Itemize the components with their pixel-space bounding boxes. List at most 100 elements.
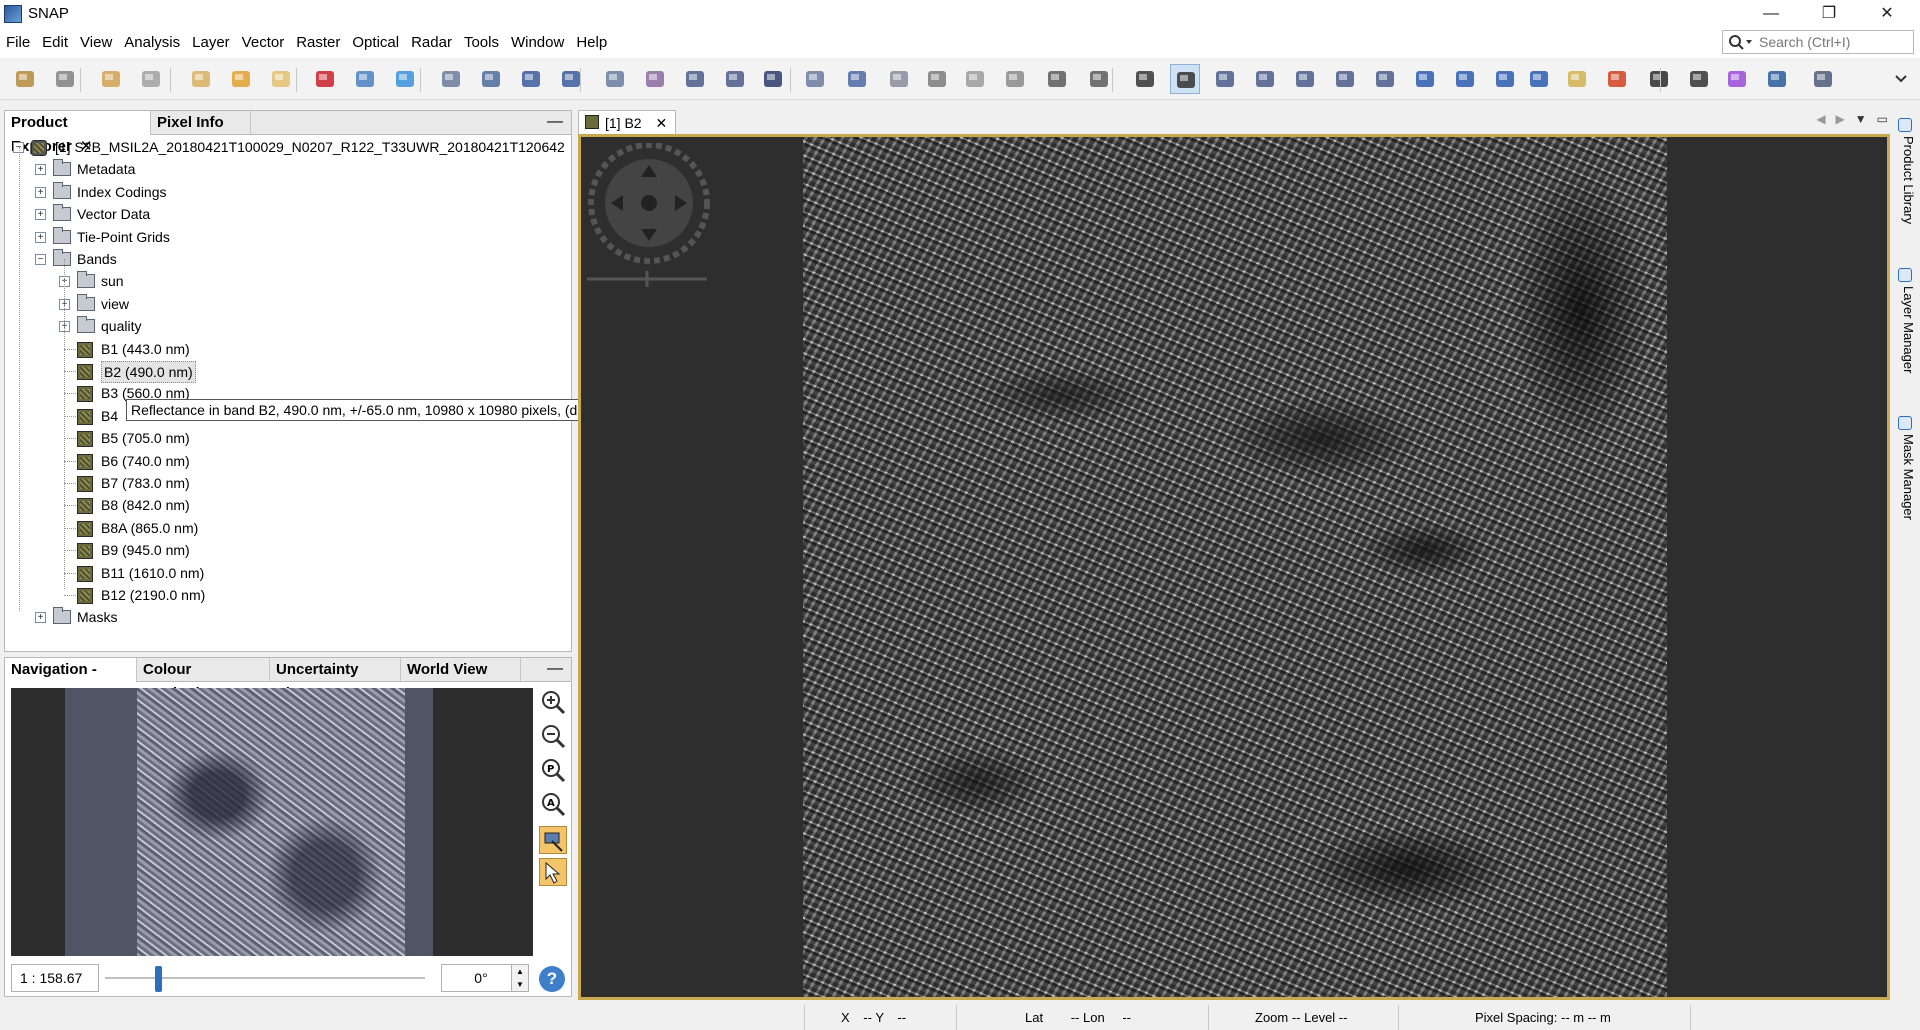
polyline-tool-icon[interactable] (1370, 64, 1400, 94)
menu-view[interactable]: View (74, 28, 118, 58)
side-tab-mask-manager[interactable]: Mask Manager (1896, 434, 1916, 520)
mosaic-icon[interactable] (842, 64, 872, 94)
reprojection-icon[interactable] (800, 64, 830, 94)
tab-image-b2[interactable]: [1] B2 ✕ (578, 110, 677, 134)
world-map-icon[interactable] (1808, 64, 1838, 94)
pin-tool-icon[interactable] (1250, 64, 1280, 94)
band-b5[interactable]: B5 (705.0 nm) (5, 428, 565, 448)
select-tool-icon[interactable] (1130, 64, 1160, 94)
menu-optical[interactable]: Optical (346, 28, 405, 58)
batch-icon[interactable] (1084, 64, 1114, 94)
menu-radar[interactable]: Radar (405, 28, 458, 58)
menu-help[interactable]: Help (570, 28, 613, 58)
save-product-icon[interactable] (50, 64, 80, 94)
export-icon[interactable] (226, 64, 256, 94)
satellite-image[interactable] (803, 137, 1667, 997)
tree-folder-sun[interactable]: + sun (5, 271, 565, 291)
session-icon[interactable] (266, 64, 296, 94)
globe-view-icon[interactable] (1762, 64, 1792, 94)
expand-icon[interactable]: + (35, 231, 46, 243)
side-tab-product-library[interactable]: Product Library (1896, 136, 1916, 224)
resample-icon[interactable] (922, 64, 952, 94)
menu-analysis[interactable]: Analysis (118, 28, 186, 58)
pan-control-icon[interactable] (587, 143, 711, 293)
tree-masks[interactable]: + Masks (5, 607, 565, 627)
band-b9[interactable]: B9 (945.0 nm) (5, 540, 565, 560)
grid-icon[interactable] (884, 64, 914, 94)
scale-field[interactable]: 1 : 158.67 (11, 964, 99, 992)
rotation-field[interactable]: 0° (441, 964, 521, 992)
band-b8a[interactable]: B8A (865.0 nm) (5, 518, 565, 538)
tab-pixel-info[interactable]: Pixel Info (151, 111, 251, 135)
undo-icon[interactable] (96, 64, 126, 94)
toolbar-overflow-icon[interactable] (1886, 64, 1916, 94)
mask-icon[interactable] (640, 64, 670, 94)
polygon-tool-icon[interactable] (1450, 64, 1480, 94)
navigation-overview[interactable] (11, 688, 533, 956)
star-icon[interactable] (1602, 64, 1632, 94)
profile-plot-icon[interactable] (680, 64, 710, 94)
tree-index-codings[interactable]: + Index Codings (5, 181, 565, 202)
expand-icon[interactable]: + (35, 209, 46, 221)
edit-icon[interactable] (476, 64, 506, 94)
band-b2[interactable]: B2 (490.0 nm) (5, 361, 565, 383)
view-nav-arrows[interactable]: ◀ ▶ ▼ ▭ (1816, 112, 1888, 126)
sum-icon[interactable] (758, 64, 788, 94)
menu-layer[interactable]: Layer (186, 28, 236, 58)
colour-icon[interactable] (1722, 64, 1752, 94)
menu-raster[interactable]: Raster (290, 28, 346, 58)
collapse-icon[interactable]: − (35, 254, 46, 265)
vector-draw-icon[interactable] (436, 64, 466, 94)
expand-icon[interactable]: + (35, 186, 46, 198)
help-icon[interactable]: ? (539, 966, 565, 992)
close-button[interactable]: ✕ (1858, 0, 1916, 28)
binary-icon[interactable] (1684, 64, 1714, 94)
zoom-slider-handle[interactable] (155, 966, 162, 992)
sync-cursor-icon[interactable] (539, 858, 567, 886)
expand-icon[interactable]: + (35, 612, 46, 624)
zoom-out-icon[interactable] (539, 722, 567, 750)
tree-vector-data[interactable]: + Vector Data (5, 204, 565, 224)
gcp-tool-icon[interactable] (1290, 64, 1320, 94)
tab-colour-manipulation[interactable]: Colour Manipul... (137, 658, 270, 702)
range-finder-icon[interactable] (1524, 64, 1554, 94)
menu-window[interactable]: Window (505, 28, 570, 58)
menu-edit[interactable]: Edit (36, 28, 74, 58)
pan-tool-icon[interactable] (1170, 64, 1200, 94)
globe-icon[interactable] (600, 64, 630, 94)
side-tab-layer-manager[interactable]: Layer Manager (1896, 286, 1916, 373)
distance-icon[interactable] (1644, 64, 1674, 94)
zoom-pixel-icon[interactable]: P (539, 756, 567, 784)
sync-views-icon[interactable] (539, 826, 567, 854)
import-icon[interactable] (186, 64, 216, 94)
tree-folder-quality[interactable]: + quality (5, 316, 565, 336)
tree-metadata[interactable]: + Metadata (5, 159, 565, 179)
minimize-panel-icon[interactable]: — (547, 113, 563, 131)
band-b8[interactable]: B8 (842.0 nm) (5, 495, 565, 515)
tab-world-view[interactable]: World View (401, 658, 521, 682)
band-b7[interactable]: B7 (783.0 nm) (5, 473, 565, 493)
zoom-slider-track[interactable] (105, 977, 425, 979)
rotation-spinner[interactable]: ▲ ▼ (511, 964, 529, 992)
band-b6[interactable]: B6 (740.0 nm) (5, 451, 565, 471)
layers-icon[interactable] (350, 64, 380, 94)
line-tool-icon[interactable] (1330, 64, 1360, 94)
zoom-tool-icon[interactable] (1210, 64, 1240, 94)
search-input[interactable]: Search (Ctrl+I) (1722, 30, 1914, 54)
restore-button[interactable]: ❐ (1800, 0, 1858, 28)
band-b1[interactable]: B1 (443.0 nm) (5, 339, 565, 359)
open-product-icon[interactable] (10, 64, 40, 94)
tab-uncertainty-visualisation[interactable]: Uncertainty Vis... (270, 658, 401, 702)
band-b11[interactable]: B11 (1610.0 nm) (5, 563, 565, 583)
tree-tie-point-grids[interactable]: + Tie-Point Grids (5, 226, 565, 247)
terrain-icon[interactable] (1000, 64, 1030, 94)
rgb-image-icon[interactable] (310, 64, 340, 94)
spectrum-icon[interactable] (516, 64, 546, 94)
close-tab-icon[interactable]: ✕ (655, 115, 667, 131)
menu-vector[interactable]: Vector (236, 28, 291, 58)
band-b12[interactable]: B12 (2190.0 nm) (5, 585, 565, 605)
gcp-icon[interactable] (960, 64, 990, 94)
zoom-all-icon[interactable]: A (539, 790, 567, 818)
tab-product-explorer[interactable]: Product Explorer✕ (5, 111, 151, 155)
redo-icon[interactable] (136, 64, 166, 94)
